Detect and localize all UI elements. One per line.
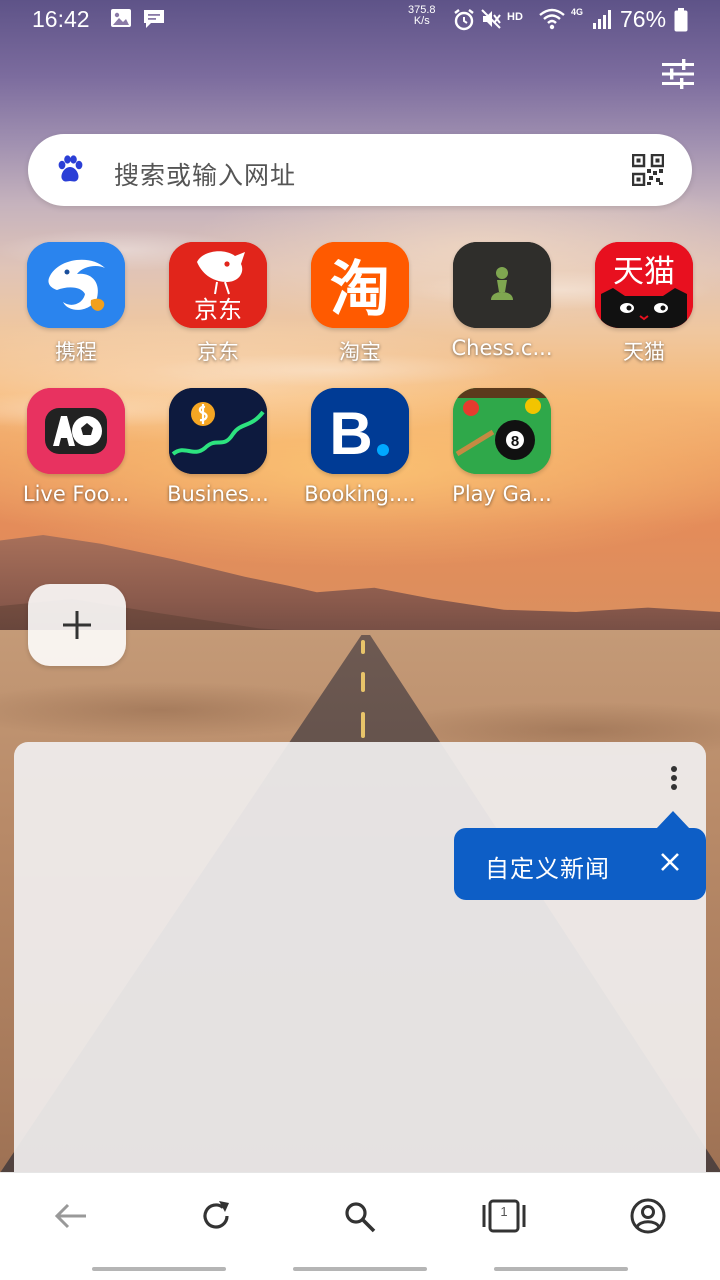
shortcut-jd[interactable]: 京东 京东 xyxy=(142,242,284,372)
network-speed-unit: K/s xyxy=(413,15,430,27)
shortcut-taobao[interactable]: 淘 淘宝 xyxy=(284,242,426,372)
shortcut-tmall[interactable]: 天猫 天猫 xyxy=(568,242,710,372)
search-input[interactable]: 搜索或输入网址 xyxy=(114,156,296,192)
booking-app-icon: B xyxy=(311,388,409,474)
shortcut-business[interactable]: Busines... xyxy=(142,388,284,518)
mute-icon xyxy=(481,9,501,29)
shortcut-label: 京东 xyxy=(197,340,239,364)
gesture-bar-left xyxy=(92,1267,226,1271)
image-notification-icon xyxy=(111,9,131,27)
tabs-button[interactable]: 1 xyxy=(480,1195,528,1237)
more-vertical-icon xyxy=(671,766,677,790)
ball-icon-text: 8 xyxy=(511,433,519,450)
jd-dog-icon: 京东 xyxy=(169,242,267,328)
shortcut-label: Booking.... xyxy=(304,482,416,506)
news-feed-panel xyxy=(14,742,706,1172)
add-shortcut-button[interactable] xyxy=(28,584,126,666)
back-button[interactable] xyxy=(48,1195,96,1237)
shortcut-label: Play Ga... xyxy=(452,482,552,506)
chart-growth-icon xyxy=(169,388,267,474)
battery-icon xyxy=(674,8,688,32)
search-icon xyxy=(345,1202,376,1233)
qr-scan-icon[interactable] xyxy=(632,154,664,186)
battery-percent: 76% xyxy=(620,6,667,32)
user-profile-icon xyxy=(630,1198,666,1234)
tmall-app-icon: 天猫 xyxy=(595,242,693,328)
plus-icon xyxy=(63,611,91,639)
network-type: 4G xyxy=(571,7,584,17)
shortcut-label: Busines... xyxy=(167,482,269,506)
shortcut-chess[interactable]: Chess.c... xyxy=(426,242,568,372)
bottom-navigation-bar: 1 xyxy=(0,1172,720,1280)
pool-app-icon: 8 xyxy=(453,388,551,474)
refresh-button[interactable] xyxy=(192,1195,240,1237)
jd-icon-text: 京东 xyxy=(194,296,242,324)
tab-count: 1 xyxy=(500,1204,508,1219)
back-arrow-icon xyxy=(54,1203,86,1229)
baidu-paw-icon xyxy=(58,155,83,182)
shortcut-label: 淘宝 xyxy=(339,340,381,364)
network-speed: 375.8 K/s xyxy=(408,5,436,27)
eight-ball-icon: 8 xyxy=(453,388,551,474)
booking-b-icon: B xyxy=(311,388,409,474)
shortcut-label: Chess.c... xyxy=(451,336,553,360)
jd-app-icon: 京东 xyxy=(169,242,267,328)
football-icon xyxy=(27,388,125,474)
search-bar[interactable]: 搜索或输入网址 xyxy=(28,134,692,206)
tmall-cat-icon: 天猫 xyxy=(595,242,693,328)
gesture-bar-right xyxy=(494,1267,628,1271)
shortcut-label: Live Foo... xyxy=(22,482,130,506)
customize-news-tooltip[interactable]: 自定义新闻 xyxy=(454,828,706,900)
business-app-icon xyxy=(169,388,267,474)
dolphin-icon xyxy=(27,242,125,328)
status-bar: 16:42 375.8 K/s HD 4G 76% xyxy=(0,0,720,40)
shortcut-live-football[interactable]: Live Foo... xyxy=(0,388,142,518)
status-time: 16:42 xyxy=(32,6,90,32)
ctrip-app-icon xyxy=(27,242,125,328)
gesture-bar-center xyxy=(293,1267,427,1271)
customize-settings-button[interactable] xyxy=(656,56,700,92)
sliders-icon xyxy=(662,59,694,89)
alarm-icon xyxy=(454,9,474,31)
taobao-icon-text: 淘 xyxy=(330,255,390,325)
wifi-icon xyxy=(539,8,565,30)
shortcut-ctrip[interactable]: 携程 xyxy=(0,242,142,372)
shortcut-label: 携程 xyxy=(55,340,97,364)
chess-app-icon xyxy=(453,242,551,328)
search-button[interactable] xyxy=(336,1195,384,1237)
refresh-icon xyxy=(203,1201,229,1229)
road-line xyxy=(361,712,365,738)
shortcut-play-games[interactable]: 8 Play Ga... xyxy=(426,388,568,518)
message-notification-icon xyxy=(144,10,164,28)
taobao-icon: 淘 xyxy=(311,242,409,328)
shortcut-label: 天猫 xyxy=(623,340,665,364)
booking-icon-text: B xyxy=(329,400,372,467)
news-more-options-button[interactable] xyxy=(652,762,696,798)
live-football-app-icon xyxy=(27,388,125,474)
road-line xyxy=(361,640,365,654)
tooltip-text: 自定义新闻 xyxy=(485,855,610,883)
shortcut-booking[interactable]: B Booking.... xyxy=(284,388,426,518)
road-line xyxy=(361,672,365,692)
taobao-app-icon: 淘 xyxy=(311,242,409,328)
close-icon[interactable] xyxy=(654,846,686,878)
signal-icon xyxy=(593,10,611,29)
tooltip-arrow xyxy=(656,811,690,829)
tmall-icon-text: 天猫 xyxy=(613,254,675,290)
pawn-icon xyxy=(453,242,551,328)
hd-indicator: HD xyxy=(507,11,523,23)
account-button[interactable] xyxy=(624,1195,672,1237)
